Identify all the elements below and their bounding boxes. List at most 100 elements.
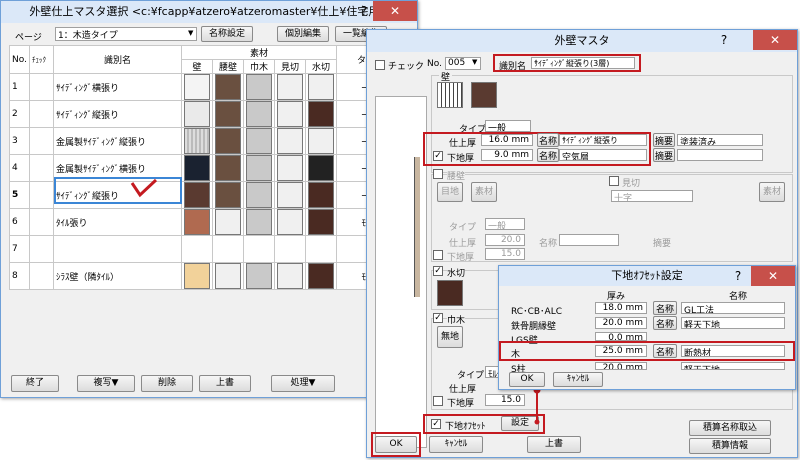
mizu-color-swatch[interactable] [437, 280, 463, 306]
haba-type-label: タイプ [457, 371, 485, 381]
row-name: ｼﾗｽ壁（隣ﾀｲﾙ） [53, 262, 182, 290]
offset-ok-button[interactable]: OK [509, 372, 545, 387]
base-summary-button[interactable]: 摘要 [653, 148, 675, 162]
mizu-label: 水切 [447, 266, 466, 279]
type-select[interactable]: 一般 [485, 120, 531, 132]
chevron-down-icon[interactable]: ▼ [472, 58, 477, 66]
offset-row-value[interactable]: 20.0 mm [595, 362, 647, 370]
koshi-base-field[interactable]: 15.0 [485, 248, 525, 260]
selected-row-highlight [54, 177, 182, 204]
mikiri-material-button[interactable]: 素材 [759, 182, 785, 202]
main-close-button[interactable]: ✕ [373, 1, 417, 21]
offset-row-value[interactable]: 20.0 mm [595, 317, 647, 329]
haba-label: 巾木 [447, 313, 466, 326]
preview-pane [375, 96, 427, 448]
offset-close-button[interactable]: ✕ [751, 266, 795, 286]
col-material: 素材 [181, 45, 337, 60]
edit-button[interactable]: 個別編集 [277, 26, 329, 42]
exit-button[interactable]: 終了 [11, 375, 59, 392]
estimate-name-button[interactable]: 積算名称取込 [689, 420, 771, 436]
table-row[interactable]: 6 ﾀｲﾙ張り ﾓﾙﾀﾙ [9, 208, 405, 236]
estimate-info-button[interactable]: 積算情報 [689, 438, 771, 454]
haba-base-field[interactable]: 15.0 [485, 394, 525, 406]
master-window: 外壁マスタ ? ✕ チェック No. 005 ▼ 識別名 ｻｲﾃﾞｨﾝｸﾞ縦張り… [366, 29, 798, 458]
offset-help-button[interactable]: ? [725, 266, 751, 286]
offset-label: 下地ｵﾌｾｯﾄ [445, 422, 486, 432]
base-name-field[interactable]: 空気層 [559, 149, 647, 161]
offset-cancel-button[interactable]: ｷｬﾝｾﾙ [553, 372, 603, 387]
koshi-material-button[interactable]: 素材 [471, 182, 497, 202]
offset-name-header: 名称 [729, 292, 748, 302]
koshi-finish-field[interactable]: 20.0 [485, 234, 525, 246]
overwrite-button[interactable]: 上書 [199, 375, 251, 392]
mikiri-checkbox[interactable] [609, 176, 619, 186]
master-cancel-button[interactable]: ｷｬﾝｾﾙ [429, 436, 483, 453]
offset-row-name[interactable]: 軽天下地 [681, 317, 785, 329]
col-check: ﾁｪｯｸ [29, 45, 54, 74]
koshi-type-select[interactable]: 一般 [485, 218, 525, 230]
wall-color-swatch[interactable] [471, 82, 497, 108]
copy-button[interactable]: 複写▼ [77, 375, 135, 392]
col-haba: 巾木 [243, 59, 275, 74]
col-name: 識別名 [53, 45, 182, 74]
offset-row-name[interactable]: 軽天下地 [681, 362, 785, 370]
plain-button[interactable]: 無地 [437, 326, 463, 348]
row-name: ｻｲﾃﾞｨﾝｸﾞ横張り [53, 73, 182, 101]
offset-row-name-button[interactable]: 名称 [653, 344, 677, 358]
base-summary-field[interactable] [677, 149, 763, 161]
delete-button[interactable]: 削除 [141, 375, 193, 392]
finish-name-button[interactable]: 名称 [537, 133, 559, 147]
col-koshi: 腰壁 [212, 59, 244, 74]
col-no: No. [9, 45, 30, 74]
mikiri-label: 見切 [622, 179, 641, 189]
no-label: No. [427, 59, 442, 69]
table-row[interactable]: 8 ｼﾗｽ壁（隣ﾀｲﾙ） ﾓﾙﾀﾙ [9, 262, 405, 290]
check-mark-icon [130, 178, 158, 198]
col-wall: 壁 [181, 59, 213, 74]
offset-row-value[interactable]: 18.0 mm [595, 302, 647, 314]
rename-button[interactable]: 名称設定 [201, 26, 253, 42]
wall-pattern-icon[interactable] [437, 82, 463, 108]
koshi-finish-label: 仕上厚 [449, 239, 477, 249]
mikiri-select[interactable]: 十字 [611, 190, 693, 202]
offset-row-value[interactable]: 25.0 mm [595, 345, 647, 357]
check-checkbox[interactable] [375, 60, 385, 70]
master-ok-button[interactable]: OK [375, 436, 417, 453]
koshi-label: 腰壁 [447, 169, 466, 182]
base-checkbox[interactable]: ✓ [433, 151, 443, 161]
offset-checkbox[interactable]: ✓ [431, 419, 441, 429]
row-name: 金属製ｻｲﾃﾞｨﾝｸﾞ縦張り [53, 127, 182, 155]
mizu-checkbox[interactable]: ✓ [433, 266, 443, 276]
offset-row-value[interactable]: 0.0 mm [595, 332, 647, 341]
base-name-button[interactable]: 名称 [537, 148, 559, 162]
offset-row-name-button[interactable]: 名称 [653, 316, 677, 330]
table-row[interactable]: 7 [9, 235, 405, 263]
koshi-checkbox[interactable] [433, 169, 443, 179]
haba-base-checkbox[interactable] [433, 396, 443, 406]
koshi-base-checkbox[interactable] [433, 250, 443, 260]
chevron-down-icon[interactable]: ▼ [188, 29, 193, 37]
haba-checkbox[interactable]: ✓ [433, 313, 443, 323]
offset-row-name[interactable]: GL工法 [681, 302, 785, 314]
finish-summary-field[interactable]: 塗装済み [677, 134, 763, 146]
finish-thickness-field[interactable]: 16.0 mm [481, 134, 533, 146]
table-row[interactable]: 3 金属製ｻｲﾃﾞｨﾝｸﾞ縦張り 一般 [9, 127, 405, 155]
master-close-button[interactable]: ✕ [753, 30, 797, 50]
process-button[interactable]: 処理▼ [271, 375, 335, 392]
offset-row-name[interactable]: 断熱材 [681, 345, 785, 357]
table-row[interactable]: 1 ｻｲﾃﾞｨﾝｸﾞ横張り 一般 [9, 73, 405, 101]
table-row[interactable]: 2 ｻｲﾃﾞｨﾝｸﾞ縦張り 一般 [9, 100, 405, 128]
col-mizu: 水切 [305, 59, 337, 74]
finish-name-field[interactable]: ｻｲﾃﾞｨﾝｸﾞ縦張り [559, 134, 647, 146]
base-thickness-field[interactable]: 9.0 mm [481, 149, 533, 161]
master-help-button[interactable]: ? [711, 30, 737, 50]
master-overwrite-button[interactable]: 上書 [527, 436, 581, 453]
finish-summary-button[interactable]: 摘要 [653, 133, 675, 147]
finish-label: 仕上厚 [449, 139, 477, 149]
page-select[interactable]: 1：木造タイプ [55, 27, 197, 41]
koshi-name-field[interactable] [559, 234, 619, 246]
joint-button[interactable]: 目地 [437, 182, 463, 202]
name-field[interactable]: ｻｲﾃﾞｨﾝｸﾞ縦張り(3層) [531, 57, 635, 69]
offset-row-label: RC･CB･ALC [511, 307, 563, 317]
offset-row-name-button[interactable]: 名称 [653, 301, 677, 315]
